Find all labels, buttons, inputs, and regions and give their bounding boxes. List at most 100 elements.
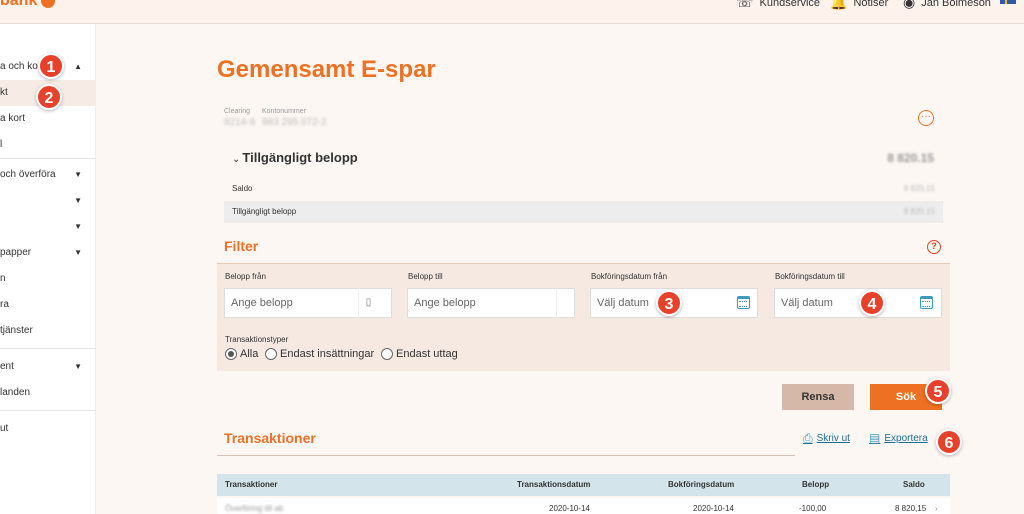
filter-heading: Filter [224, 238, 259, 254]
chevron-right-icon: › [935, 504, 938, 513]
print-link[interactable]: ⎙ Skriv ut [803, 431, 850, 446]
sidebar-item-section-a[interactable]: ▼ [0, 188, 96, 214]
sidebar-item-label: ut [0, 423, 9, 434]
sidebar-item-label: och överföra [0, 169, 56, 180]
radio-label: Endast insättningar [280, 348, 375, 360]
amount-to-suffix [556, 288, 576, 318]
sidebar-item-label: ra [0, 299, 9, 310]
sidebar-item-label: tjänster [0, 325, 33, 336]
column-header[interactable]: Bokföringsdatum [668, 474, 734, 496]
logo-icon [41, 0, 56, 8]
column-header[interactable]: Transaktionsdatum [517, 474, 590, 496]
sidebar-item-tjanster[interactable]: tjänster [0, 318, 96, 344]
page-title: Gemensamt E-spar [217, 56, 436, 83]
date-to-input[interactable] [774, 288, 942, 318]
chevron-down-icon: ▼ [74, 248, 82, 257]
amount-to-input[interactable] [407, 288, 575, 318]
sidebar-item-label: papper [0, 247, 32, 258]
transactions-heading: Transaktioner [224, 430, 316, 446]
logo-text: bank [0, 0, 38, 9]
calculator-icon: ▯ [358, 288, 378, 318]
radio-insattningar[interactable]: Endast insättningar [265, 348, 374, 360]
clearing-value: 8214-9 [224, 117, 256, 128]
user-menu[interactable]: ◉ Jan Bolmeson [903, 0, 991, 11]
logo[interactable]: bank [0, 0, 56, 10]
sidebar-item-dokument[interactable]: ent ▼ [0, 354, 96, 380]
date-from-label: Bokföringsdatum från [591, 272, 668, 281]
step-badge-6: 6 [936, 429, 962, 455]
balance-amount: 8 820.15 [903, 184, 935, 193]
available-row: Tillgängligt belopp 8 820.15 [224, 201, 943, 223]
language-flag[interactable] [1000, 0, 1016, 4]
transaction-types-label: Transaktionstyper [225, 335, 289, 344]
sidebar-item-meddelanden[interactable]: landen [0, 380, 96, 406]
transaction-balance: 8 820,15 [895, 504, 927, 513]
sidebar-divider [0, 348, 96, 349]
radio-selected-icon [225, 348, 237, 360]
account-number-info: Kontonummer 983 295 072-2 [262, 108, 327, 128]
clearing-label: Clearing [224, 108, 251, 115]
transaction-amount: -100,00 [799, 504, 827, 513]
printer-icon: ⎙ [803, 431, 813, 445]
radio-uttag[interactable]: Endast uttag [381, 348, 458, 360]
document-icon: ▤ [869, 431, 881, 445]
available-amount: 8 820.15 [887, 151, 934, 165]
balance-row: Saldo 8 820.15 [224, 178, 943, 200]
step-badge-1: 1 [38, 53, 64, 79]
bell-icon: 🔔 [830, 0, 848, 10]
chevron-down-icon: ▼ [74, 362, 82, 371]
calendar-icon[interactable] [737, 296, 750, 309]
step-badge-2: 2 [36, 84, 62, 110]
amount-to-label: Belopp till [408, 272, 443, 281]
clearing-info: Clearing 8214-9 [224, 108, 255, 128]
balance-label: Saldo [232, 184, 253, 193]
user-icon: ◉ [903, 0, 916, 10]
sidebar-item-label: l [0, 139, 3, 150]
sidebar-item-forsakra[interactable]: ra [0, 292, 96, 318]
help-icon[interactable]: ? [927, 240, 941, 254]
transaction-date: 2020-10-14 [549, 504, 590, 513]
available-heading: Tillgängligt belopp [242, 150, 358, 165]
date-to-label: Bokföringsdatum till [775, 272, 845, 281]
print-label: Skriv ut [816, 433, 850, 444]
chevron-down-icon: ▼ [74, 222, 82, 231]
available-label: Tillgängligt belopp [232, 207, 297, 216]
sidebar-item-betala-och-overfora[interactable]: och överföra ▼ [0, 162, 96, 188]
sidebar-item-sub[interactable]: l [0, 132, 96, 158]
sidebar-divider [0, 410, 96, 411]
notiser-label: Notiser [853, 0, 889, 9]
booking-date: 2020-10-14 [693, 504, 734, 513]
export-label: Exportera [884, 432, 928, 444]
table-row[interactable]: Överföring till ab 2020-10-14 2020-10-14… [217, 498, 950, 514]
kundservice-label: Kundservice [759, 0, 821, 9]
top-bar: bank ☏ Kundservice 🔔 Notiser ◉ Jan Bolmeson [0, 0, 1024, 24]
sidebar-item-vardepapper[interactable]: papper ▼ [0, 240, 96, 266]
chevron-down-icon: ▼ [74, 196, 82, 205]
notiser-link[interactable]: 🔔 Notiser [830, 0, 888, 11]
column-header[interactable]: Belopp [802, 474, 829, 496]
clear-button[interactable]: Rensa [782, 384, 854, 410]
sidebar-item-lan[interactable]: n [0, 266, 96, 292]
more-options-button[interactable]: ··· [918, 110, 934, 126]
calendar-icon[interactable] [920, 296, 933, 309]
column-header[interactable]: Saldo [903, 474, 925, 496]
sidebar-divider [0, 158, 96, 159]
available-row-amount: 8 820.15 [903, 207, 935, 216]
sidebar-item-section-b[interactable]: ▼ [0, 214, 96, 240]
user-name: Jan Bolmeson [921, 0, 991, 9]
chevron-down-icon: ⌄ [232, 154, 241, 165]
radio-label: Endast uttag [396, 348, 458, 360]
chevron-down-icon: ▼ [74, 170, 82, 179]
transaction-text: Överföring till ab [225, 504, 284, 513]
transactions-table-header: Transaktioner Transaktionsdatum Bokförin… [217, 474, 950, 496]
step-badge-3: 3 [656, 290, 682, 316]
column-header[interactable]: Transaktioner [225, 474, 277, 496]
kundservice-link[interactable]: ☏ Kundservice [736, 0, 820, 11]
step-badge-5: 5 [925, 378, 951, 404]
sidebar-item-logga-ut[interactable]: ut [0, 416, 96, 442]
chevron-up-icon: ▲ [74, 62, 82, 71]
export-link[interactable]: ▤ Exportera [869, 431, 928, 445]
radio-alla[interactable]: Alla [225, 348, 258, 360]
sidebar-item-label: landen [0, 387, 31, 398]
available-balance-toggle[interactable]: ⌄ Tillgängligt belopp [232, 150, 358, 165]
